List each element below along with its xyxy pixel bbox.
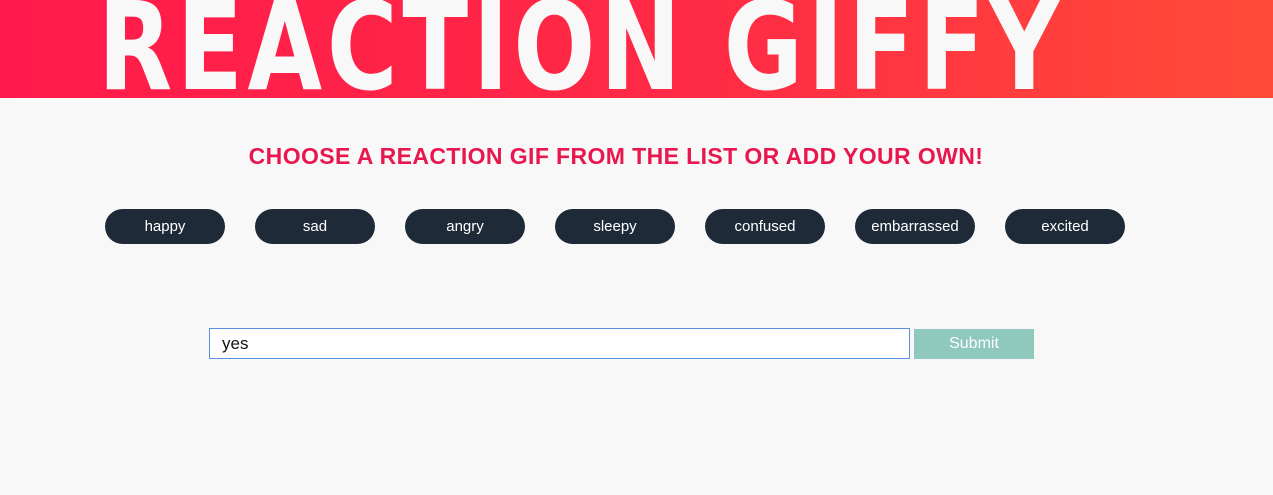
- app-title: REACTION GIFFY: [98, 0, 1064, 98]
- reaction-button-angry[interactable]: angry: [405, 209, 525, 244]
- submit-button[interactable]: Submit: [914, 329, 1034, 359]
- add-reaction-form: Submit: [209, 328, 1034, 359]
- reaction-button-confused[interactable]: confused: [705, 209, 825, 244]
- reaction-button-sad[interactable]: sad: [255, 209, 375, 244]
- reaction-button-embarrassed[interactable]: embarrassed: [855, 209, 975, 244]
- reaction-button-excited[interactable]: excited: [1005, 209, 1125, 244]
- reaction-button-sleepy[interactable]: sleepy: [555, 209, 675, 244]
- reaction-button-list: happy sad angry sleepy confused embarras…: [105, 209, 1125, 244]
- reaction-input[interactable]: [209, 328, 910, 359]
- reaction-button-happy[interactable]: happy: [105, 209, 225, 244]
- header-banner: REACTION GIFFY: [0, 0, 1273, 98]
- page-subtitle: CHOOSE A REACTION GIF FROM THE LIST OR A…: [248, 143, 984, 169]
